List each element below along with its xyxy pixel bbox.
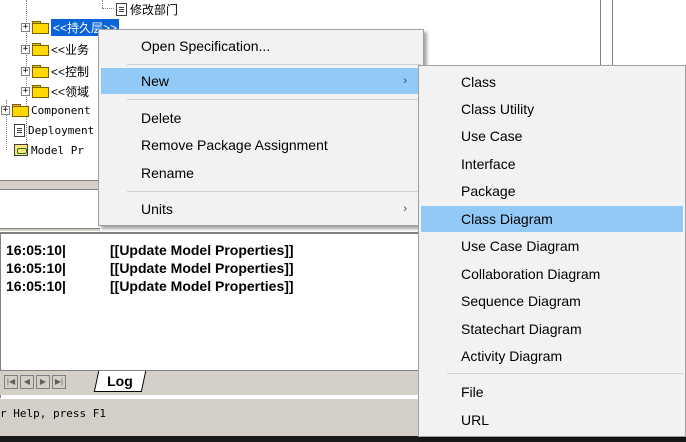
menu-item-label: Open Specification... [141,38,271,54]
model-properties-icon [14,144,28,156]
log-tab-bar: |◀ ◀ ▶ ▶| Log [0,370,420,395]
menu-item-rename[interactable]: Rename [101,160,421,186]
submenu-arrow-icon: › [403,75,407,87]
log-time: 16:05:10| [6,242,66,258]
log-message: [[Update Model Properties]] [110,242,294,258]
menu-item-remove-package-assignment[interactable]: Remove Package Assignment [101,132,421,158]
tab-log-label: Log [107,373,133,389]
expand-icon[interactable]: + [21,66,30,76]
submenu-item-class-diagram[interactable]: Class Diagram [421,206,683,232]
submenu-item-file[interactable]: File [421,379,683,405]
documentation-pane[interactable] [0,189,100,229]
tree-item-modify-dept[interactable]: 修改部门 [116,0,178,18]
tree-item-label: <<业务 [51,42,90,57]
menu-item-label: Package [461,183,516,199]
tree-item-deployment-view[interactable]: Deployment [14,121,94,139]
menu-item-units[interactable]: Units › [101,196,421,222]
log-line: 16:05:10| [[Update Model Properties]] [6,242,294,258]
last-tab-icon[interactable]: ▶| [52,375,66,389]
folder-icon [32,65,49,78]
tree-item-model-properties[interactable]: Model Pr [14,141,84,159]
folder-icon [32,85,49,98]
expand-icon[interactable]: + [1,105,10,115]
tree-item-domain-package[interactable]: + <<领域 [21,82,89,100]
menu-item-label: Statechart Diagram [461,321,582,337]
submenu-item-class[interactable]: Class [421,69,683,95]
tree-item-label: <<领域 [51,84,90,99]
folder-icon [32,21,49,34]
tree-item-label: 修改部门 [130,2,179,17]
log-line: 16:05:10| [[Update Model Properties]] [6,278,294,294]
submenu-item-interface[interactable]: Interface [421,151,683,177]
new-submenu: Class Class Utility Use Case Interface P… [418,65,686,437]
deployment-icon [14,123,25,137]
submenu-item-url[interactable]: URL [421,407,683,433]
tree-item-label: <<控制 [51,64,90,79]
menu-item-label: Sequence Diagram [461,293,581,309]
log-message: [[Update Model Properties]] [110,278,294,294]
menu-item-new[interactable]: New › [101,68,421,94]
use-case-icon [116,2,127,16]
tree-guide-line [102,8,114,9]
submenu-item-use-case-diagram[interactable]: Use Case Diagram [421,233,683,259]
menu-item-label: Use Case Diagram [461,238,580,254]
submenu-item-use-case[interactable]: Use Case [421,123,683,149]
submenu-item-activity-diagram[interactable]: Activity Diagram [421,343,683,369]
status-bar: r Help, press F1 [0,398,420,425]
submenu-arrow-icon: › [403,203,407,215]
tree-item-control-package[interactable]: + <<控制 [21,62,89,80]
menu-separator [127,99,421,100]
status-text: r Help, press F1 [0,407,106,420]
next-tab-icon[interactable]: ▶ [36,375,50,389]
tab-log[interactable]: Log [93,371,146,392]
menu-item-label: Rename [141,165,194,181]
menu-item-label: Interface [461,156,516,172]
tree-item-component-view[interactable]: + Component [1,101,91,119]
menu-item-label: URL [461,412,490,428]
menu-item-label: New [141,73,170,89]
tree-item-label: Deployment [28,123,95,137]
menu-item-label: Delete [141,110,182,126]
pane-splitter[interactable] [0,180,100,231]
folder-icon [32,43,49,56]
menu-item-label: Units [141,201,173,217]
log-message: [[Update Model Properties]] [110,260,294,276]
tree-guide-line [102,0,103,8]
menu-item-label: Class Utility [461,101,535,117]
menu-item-label: File [461,384,484,400]
expand-icon[interactable]: + [21,86,30,96]
log-time: 16:05:10| [6,278,66,294]
first-tab-icon[interactable]: |◀ [4,375,18,389]
menu-separator [447,373,683,374]
submenu-item-statechart-diagram[interactable]: Statechart Diagram [421,316,683,342]
menu-item-delete[interactable]: Delete [101,105,421,131]
submenu-item-collaboration-diagram[interactable]: Collaboration Diagram [421,261,683,287]
submenu-item-sequence-diagram[interactable]: Sequence Diagram [421,288,683,314]
menu-item-open-specification[interactable]: Open Specification... [101,33,421,59]
menu-item-label: Activity Diagram [461,348,563,364]
menu-item-label: Class Diagram [461,211,553,227]
tree-item-label: Model Pr [31,143,84,157]
prev-tab-icon[interactable]: ◀ [20,375,34,389]
menu-item-label: Use Case [461,128,523,144]
tree-item-business-package[interactable]: + <<业务 [21,40,89,58]
submenu-item-class-utility[interactable]: Class Utility [421,96,683,122]
diagram-window-edge [598,0,686,70]
menu-item-label: Class [461,74,497,90]
log-line: 16:05:10| [[Update Model Properties]] [6,260,294,276]
expand-icon[interactable]: + [21,22,30,32]
menu-item-label: Remove Package Assignment [141,137,328,153]
expand-icon[interactable]: + [21,44,30,54]
context-menu: Open Specification... New › Delete Remov… [98,29,424,226]
menu-separator [127,191,421,192]
submenu-item-package[interactable]: Package [421,178,683,204]
menu-separator [127,64,421,65]
menu-item-label: Collaboration Diagram [461,266,601,282]
tree-item-label: Component [31,103,91,117]
folder-icon [12,104,29,117]
log-time: 16:05:10| [6,260,66,276]
